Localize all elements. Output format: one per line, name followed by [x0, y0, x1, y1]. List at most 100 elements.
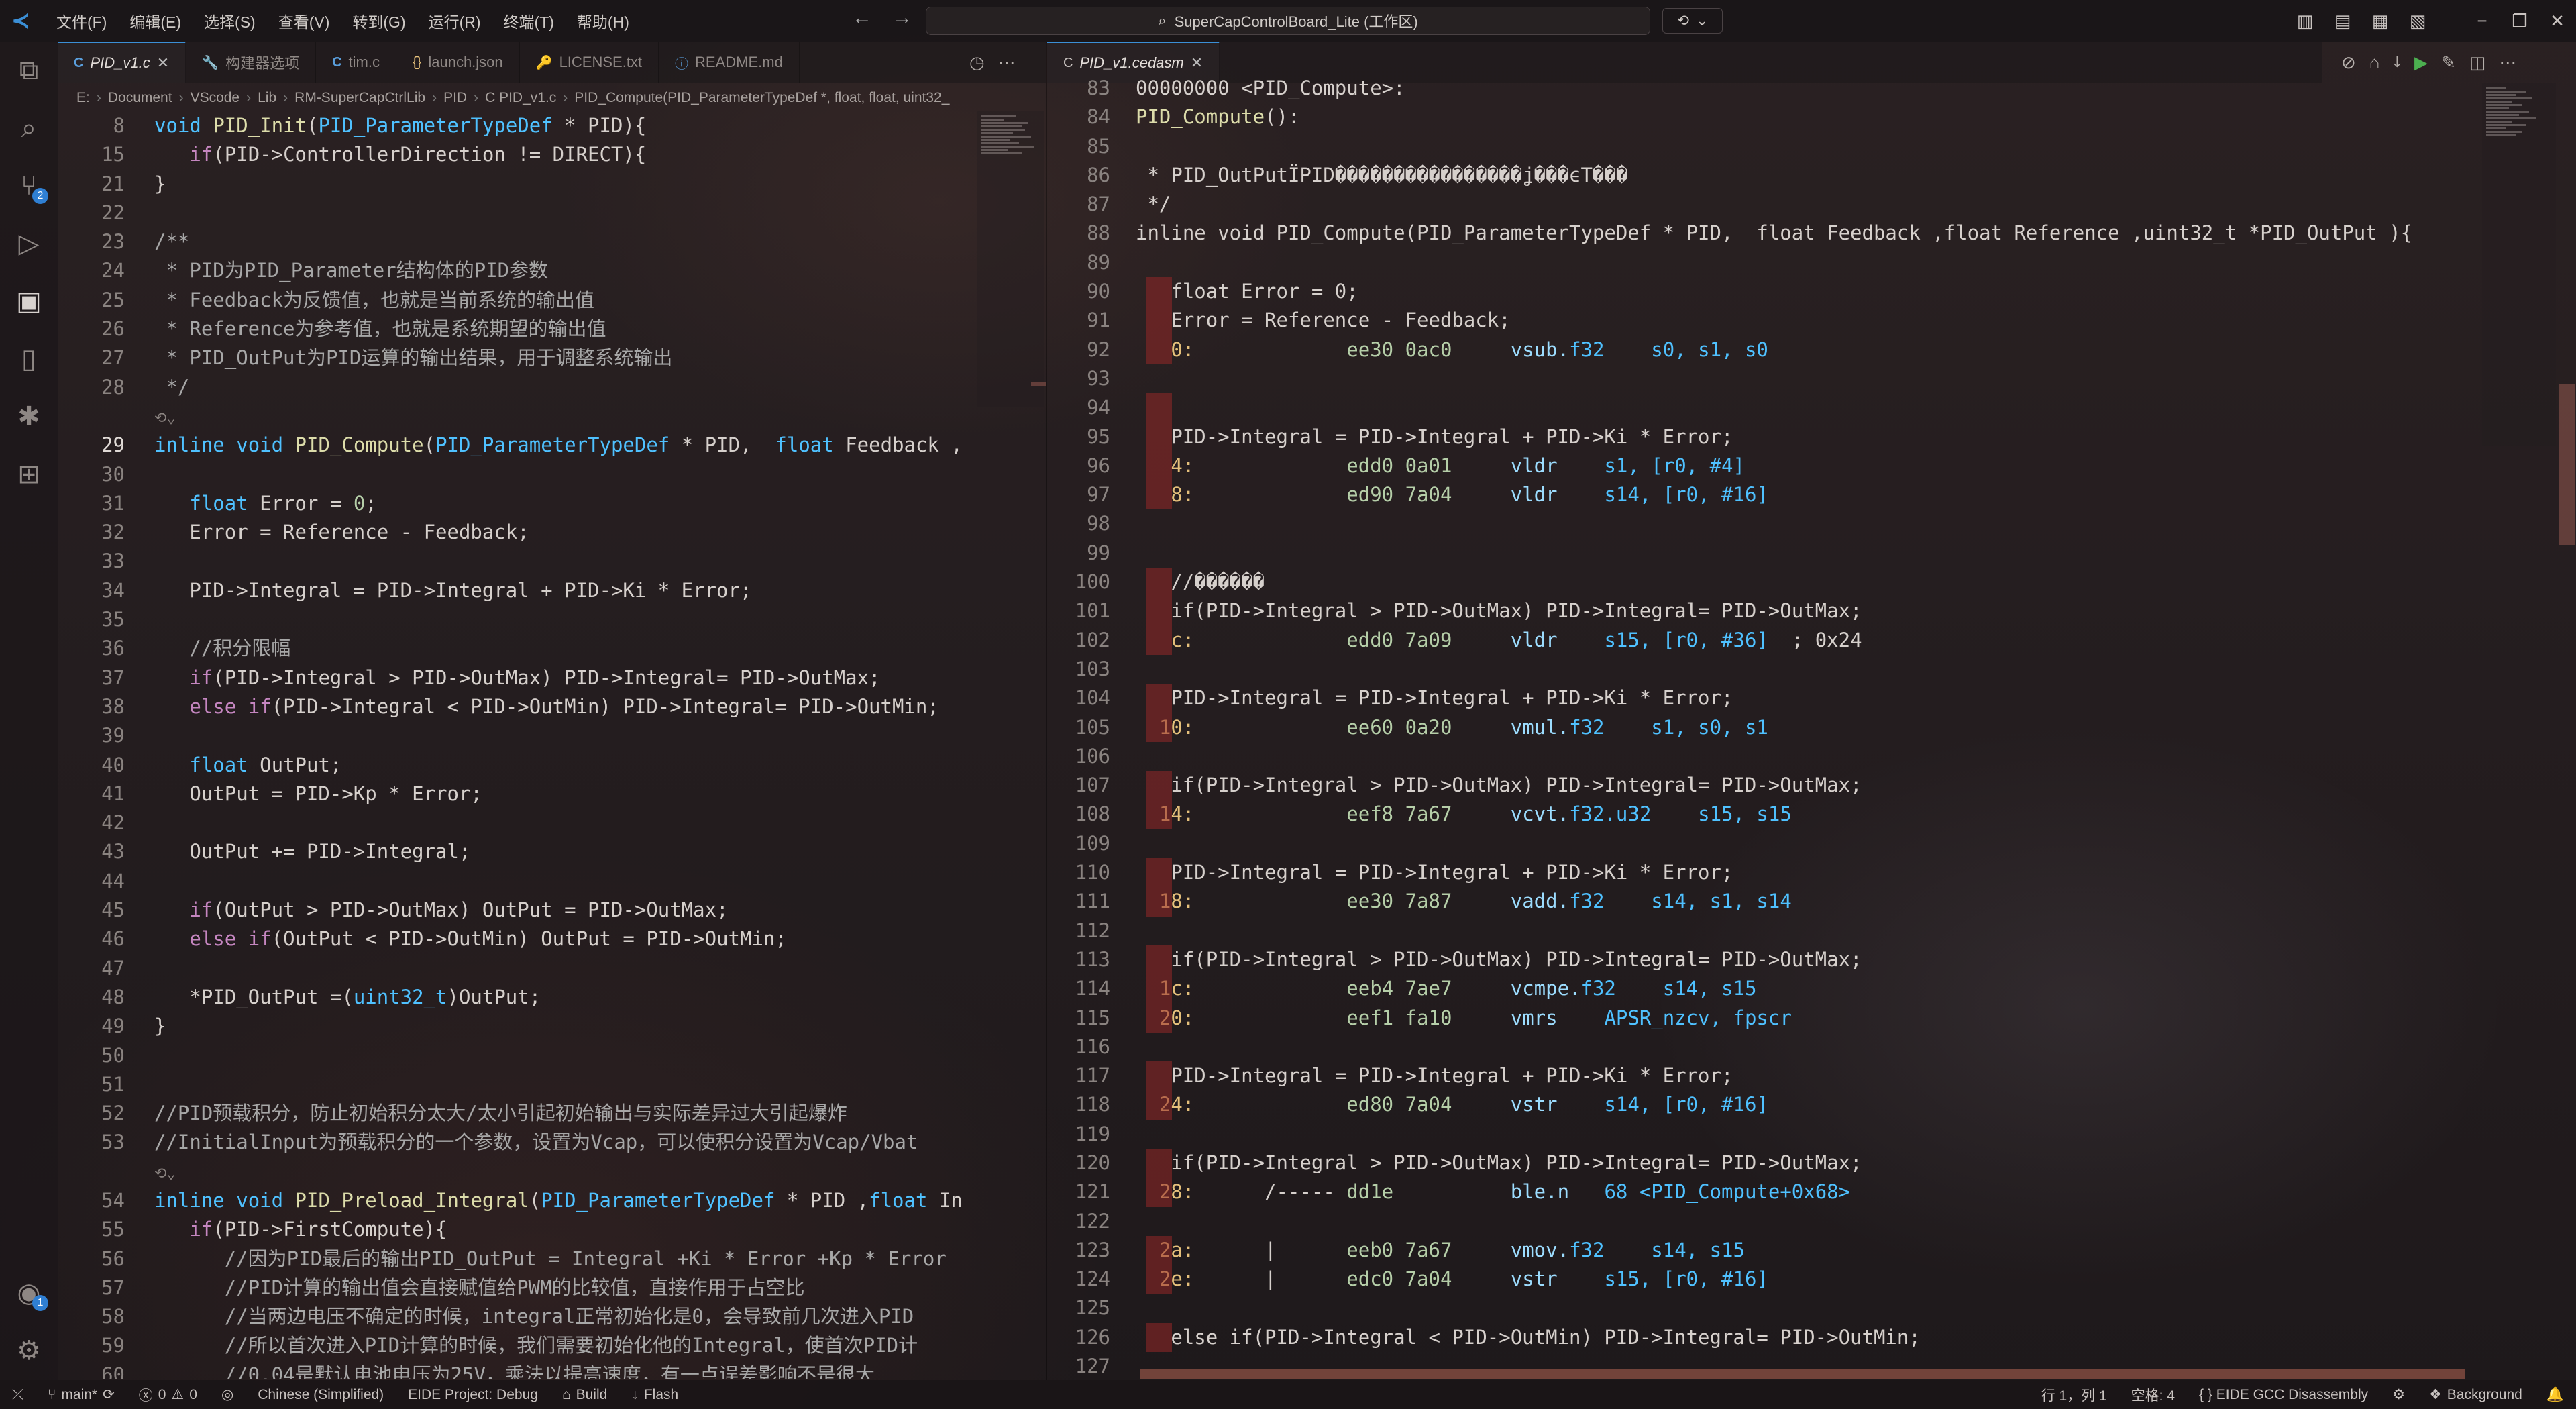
code-line[interactable]: 83 00000000 <PID_Compute>:	[1047, 74, 2476, 103]
left-scroll-thumb[interactable]	[1031, 382, 1046, 386]
code-line[interactable]: 85	[1047, 132, 2476, 161]
right-disassembly-editor[interactable]: 83 00000000 <PID_Compute>: 84 PID_Compute()…	[1047, 74, 2476, 1375]
code-line[interactable]: 43 OutPut += PID->Integral;	[58, 837, 983, 866]
code-line[interactable]: 37 if(PID->Integral > PID->OutMax) PID->…	[58, 664, 983, 692]
editor-tab[interactable]: ⓘ README.md	[659, 42, 800, 83]
toggle-breakpoint-icon[interactable]: ⊘	[2341, 52, 2356, 73]
history-icon[interactable]: ◷	[969, 52, 985, 73]
back-arrow-icon[interactable]: ←	[852, 7, 872, 30]
code-line[interactable]: 95 PID->Integral = PID->Integral + PID->…	[1047, 422, 2476, 452]
code-line[interactable]: 94	[1047, 393, 2476, 423]
code-line[interactable]: 8 void PID_Init(PID_ParameterTypeDef * PI…	[58, 111, 983, 140]
restore-icon[interactable]: ❐	[2501, 11, 2538, 32]
menu-item[interactable]: 编辑(E)	[120, 4, 191, 38]
code-line[interactable]: 59 //所以首次进入PID计算的时候，我们需要初始化他的Integral，使首…	[58, 1331, 983, 1360]
code-line[interactable]: 50	[58, 1041, 983, 1070]
breadcrumb-item[interactable]: PID	[443, 90, 467, 106]
code-line[interactable]: 44	[58, 867, 983, 896]
code-line[interactable]: 124 2e: | edc0 7a04 vstr s15, [r0, #16]	[1047, 1265, 2476, 1294]
code-line[interactable]: ⟲⌄	[58, 402, 983, 431]
menu-item[interactable]: 查看(V)	[269, 4, 339, 38]
code-line[interactable]: 86 * PID_OutPutÏPID����������������ʝ���ϵ…	[1047, 161, 2476, 190]
download-icon[interactable]: ⤓	[2394, 52, 2402, 73]
code-line[interactable]: 51	[58, 1070, 983, 1099]
eide-project-indicator[interactable]: EIDE Project: Debug	[396, 1387, 550, 1403]
code-line[interactable]: 48 *PID_OutPut =(uint32_t)OutPut;	[58, 983, 983, 1012]
code-line[interactable]: 101 if(PID->Integral > PID->OutMax) PID-…	[1047, 596, 2476, 626]
code-line[interactable]: 106	[1047, 742, 2476, 771]
run-icon[interactable]: ▶	[2414, 52, 2428, 73]
code-line[interactable]: 22	[58, 199, 983, 227]
code-line[interactable]: 112	[1047, 917, 2476, 945]
eide-chip-icon[interactable]: ▣	[0, 272, 58, 330]
broadcast-indicator[interactable]: ◎	[209, 1386, 246, 1403]
code-line[interactable]: 52 //PID预载积分，防止初始积分太大/太小引起初始输出与实际差异过大引起爆炸	[58, 1099, 983, 1128]
notifications-indicator[interactable]: 🔔	[2534, 1387, 2576, 1403]
split-editor-icon[interactable]: ◫	[2469, 52, 2486, 73]
code-line[interactable]: 119	[1047, 1120, 2476, 1149]
code-line[interactable]: 104 PID->Integral = PID->Integral + PID-…	[1047, 684, 2476, 713]
layout-panel-icon[interactable]: ▤	[2324, 11, 2361, 32]
code-line[interactable]: 29 inline void PID_Compute(PID_ParameterT…	[58, 431, 983, 460]
menu-item[interactable]: 运行(R)	[419, 4, 490, 38]
code-line[interactable]: 56 //因为PID最后的输出PID_OutPut = Integral +Ki…	[58, 1245, 983, 1273]
code-line[interactable]: 125	[1047, 1294, 2476, 1322]
code-line[interactable]: 123 2a: | eeb0 7a67 vmov.f32 s14, s15	[1047, 1235, 2476, 1265]
cursor-position[interactable]: 行 1，列 1	[2029, 1385, 2119, 1405]
code-line[interactable]: 111 18: ee30 7a87 vadd.f32 s14, s1, s14	[1047, 887, 2476, 917]
code-line[interactable]: 30	[58, 460, 983, 489]
code-line[interactable]: 28 */	[58, 373, 983, 402]
code-line[interactable]: ⟲⌄	[58, 1157, 983, 1186]
code-line[interactable]: 109	[1047, 829, 2476, 858]
right-minimap[interactable]	[2482, 83, 2556, 446]
command-center-search[interactable]: ⌕ SuperCapControlBoard_Lite (工作区)	[926, 7, 1650, 35]
menu-item[interactable]: 文件(F)	[47, 4, 116, 38]
flash-button[interactable]: ↓ Flash	[619, 1387, 690, 1403]
code-line[interactable]: 40 float OutPut;	[58, 751, 983, 780]
code-line[interactable]: 117 PID->Integral = PID->Integral + PID-…	[1047, 1061, 2476, 1091]
code-line[interactable]: 25 * Feedback为反馈值，也就是当前系统的输出值	[58, 286, 983, 315]
explorer-icon[interactable]: ⧉	[0, 42, 58, 99]
editor-tab[interactable]: {} launch.json	[396, 42, 520, 83]
customize-layout-icon[interactable]: ▧	[2399, 11, 2436, 32]
code-line[interactable]: 87 */	[1047, 190, 2476, 219]
breadcrumb-item[interactable]: PID_Compute(PID_ParameterTypeDef *, floa…	[574, 90, 949, 106]
close-tab-icon[interactable]: ✕	[157, 54, 169, 72]
code-line[interactable]: 15 if(PID->ControllerDirection != DIRECT…	[58, 140, 983, 169]
code-line[interactable]: 53 //InitialInput为预载积分的一个参数，设置为Vcap，可以使积分…	[58, 1128, 983, 1157]
code-line[interactable]: 24 * PID为PID_Parameter结构体的PID参数	[58, 256, 983, 285]
language-pack-indicator[interactable]: Chinese (Simplified)	[246, 1387, 396, 1403]
code-line[interactable]: 57 //PID计算的输出值会直接赋值给PWM的比较值，直接作用于占空比	[58, 1273, 983, 1302]
branch-indicator[interactable]: ⑂ main* ⟳	[36, 1386, 127, 1403]
editor-tab[interactable]: 🔑 LICENSE.txt	[520, 42, 659, 83]
code-line[interactable]: 105 10: ee60 0a20 vmul.f32 s1, s0, s1	[1047, 713, 2476, 742]
bug-icon[interactable]: ✱	[0, 388, 58, 446]
code-line[interactable]: 34 PID->Integral = PID->Integral + PID->…	[58, 576, 983, 605]
breadcrumb-item[interactable]: RM-SuperCapCtrlLib	[294, 90, 425, 106]
code-line[interactable]: 118 24: ed80 7a04 vstr s14, [r0, #16]	[1047, 1090, 2476, 1120]
more-actions-icon[interactable]: ⋯	[998, 52, 1016, 73]
code-line[interactable]: 102 c: edd0 7a09 vldr s15, [r0, #36] ; 0…	[1047, 625, 2476, 655]
code-line[interactable]: 126 else if(PID->Integral < PID->OutMin)…	[1047, 1322, 2476, 1353]
code-line[interactable]: 41 OutPut = PID->Kp * Error;	[58, 780, 983, 808]
breadcrumb-item[interactable]: Document	[108, 90, 172, 106]
indentation[interactable]: 空格: 4	[2119, 1385, 2187, 1405]
code-line[interactable]: 49}	[58, 1012, 983, 1041]
breadcrumb-item[interactable]: C PID_v1.c	[485, 90, 556, 106]
forward-arrow-icon[interactable]: →	[892, 7, 912, 30]
layout-primary-sidebar-icon[interactable]: ▥	[2286, 11, 2324, 32]
code-line[interactable]: 96 4: edd0 0a01 vldr s1, [r0, #4]	[1047, 451, 2476, 481]
code-line[interactable]: 103	[1047, 655, 2476, 684]
code-line[interactable]: 42	[58, 808, 983, 837]
code-line[interactable]: 108 14: eef8 7a67 vcvt.f32.u32 s15, s15	[1047, 800, 2476, 829]
code-line[interactable]: 38 else if(PID->Integral < PID->OutMin) …	[58, 692, 983, 721]
close-tab-icon[interactable]: ✕	[1191, 54, 1203, 72]
code-line[interactable]: 21}	[58, 170, 983, 199]
editor-tab[interactable]: Ctim.c	[316, 42, 396, 83]
code-line[interactable]: 120 if(PID->Integral > PID->OutMax) PID-…	[1047, 1148, 2476, 1178]
source-control-icon[interactable]: ⑂ 2	[0, 157, 58, 215]
code-line[interactable]: 47	[58, 954, 983, 983]
account-icon[interactable]: ◉ 1	[0, 1264, 58, 1322]
code-line[interactable]: 33	[58, 547, 983, 576]
code-line[interactable]: 90 float Error = 0;	[1047, 277, 2476, 307]
